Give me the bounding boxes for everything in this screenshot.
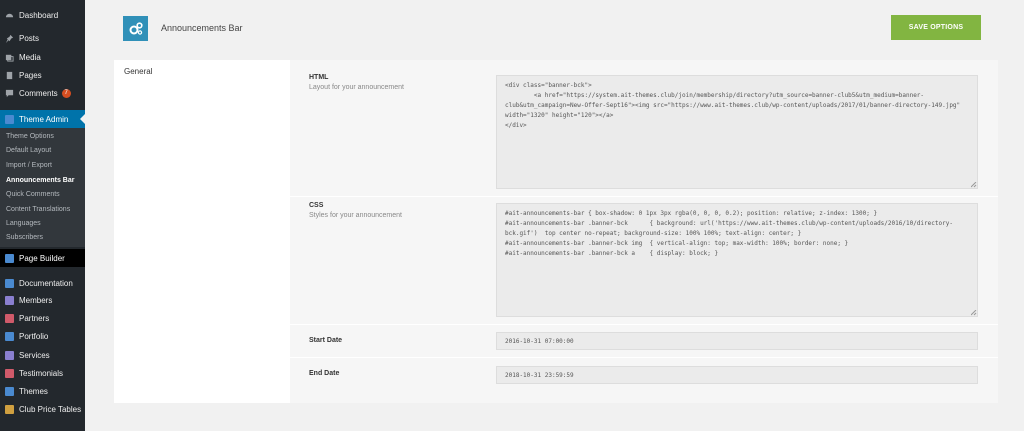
start-date-label: Start Date bbox=[309, 337, 343, 344]
sidebar-item-partners[interactable]: Partners bbox=[0, 309, 85, 327]
sidebar-item-comments[interactable]: Comments 7 bbox=[0, 84, 85, 102]
sidebar-item-page-builder[interactable]: Page Builder bbox=[0, 249, 85, 267]
submenu-item-default-layout[interactable]: Default Layout bbox=[6, 147, 51, 154]
media-icon bbox=[5, 54, 14, 62]
css-option-help: Styles for your announcement bbox=[309, 212, 402, 219]
submenu-item-theme-options[interactable]: Theme Options bbox=[6, 133, 54, 140]
sidebar-item-documentation[interactable]: Documentation bbox=[0, 274, 85, 292]
sidebar-item-dashboard[interactable]: Dashboard bbox=[0, 6, 85, 24]
price-tables-icon bbox=[5, 404, 14, 414]
admin-sidebar: Dashboard Posts Media Pages Comments 7 T… bbox=[0, 0, 85, 431]
submenu-item-import-export[interactable]: Import / Export bbox=[6, 162, 52, 169]
css-option-label: CSS bbox=[309, 202, 324, 209]
sidebar-item-label: Theme Admin bbox=[19, 114, 69, 124]
submenu-item-quick-comments[interactable]: Quick Comments bbox=[6, 191, 60, 198]
portfolio-icon bbox=[5, 331, 14, 341]
divider bbox=[290, 357, 998, 358]
sidebar-item-themes[interactable]: Themes bbox=[0, 382, 85, 400]
sidebar-item-label: Portfolio bbox=[19, 331, 49, 341]
sidebar-item-label: Club Price Tables bbox=[19, 404, 82, 414]
sidebar-item-members[interactable]: Members bbox=[0, 291, 85, 309]
end-date-label: End Date bbox=[309, 370, 340, 377]
dashboard-icon bbox=[5, 13, 14, 17]
pages-icon bbox=[6, 71, 13, 79]
members-icon bbox=[5, 295, 14, 305]
sidebar-item-pages[interactable]: Pages bbox=[0, 66, 85, 84]
start-date-input[interactable]: 2016-10-31 07:00:00 bbox=[496, 332, 978, 350]
tab-general[interactable]: General bbox=[114, 60, 290, 82]
sidebar-item-label: Themes bbox=[19, 386, 48, 396]
services-icon bbox=[5, 350, 14, 360]
sidebar-item-label: Testimonials bbox=[19, 368, 64, 378]
options-panel: General HTML Layout for your announcemen… bbox=[114, 60, 998, 403]
documentation-icon bbox=[5, 278, 14, 288]
resize-handle-icon[interactable] bbox=[971, 182, 977, 188]
sidebar-item-posts[interactable]: Posts bbox=[0, 29, 85, 47]
sidebar-item-label: Posts bbox=[19, 33, 40, 43]
end-date-input[interactable]: 2018-10-31 23:59:59 bbox=[496, 366, 978, 384]
ait-icon bbox=[5, 114, 14, 124]
html-option-label: HTML bbox=[309, 74, 329, 81]
submenu-item-content-translations[interactable]: Content Translations bbox=[6, 206, 70, 213]
sidebar-item-label: Media bbox=[19, 52, 41, 62]
themes-icon bbox=[5, 386, 14, 396]
submenu-item-languages[interactable]: Languages bbox=[6, 220, 41, 227]
save-options-button[interactable]: SAVE OPTIONS bbox=[891, 15, 981, 40]
sidebar-item-label: Pages bbox=[19, 70, 42, 80]
sidebar-item-services[interactable]: Services bbox=[0, 346, 85, 364]
sidebar-item-media[interactable]: Media bbox=[0, 48, 85, 66]
resize-handle-icon[interactable] bbox=[971, 310, 977, 316]
comments-count-badge: 7 bbox=[61, 88, 71, 98]
sidebar-item-label: Services bbox=[19, 350, 50, 360]
sidebar-item-label: Page Builder bbox=[19, 253, 65, 263]
gears-icon bbox=[123, 16, 148, 41]
ait-icon bbox=[5, 253, 14, 263]
submenu-item-announcements-bar[interactable]: Announcements Bar bbox=[6, 177, 74, 184]
sidebar-item-theme-admin[interactable]: Theme Admin bbox=[0, 110, 85, 128]
divider bbox=[290, 324, 998, 325]
pin-icon bbox=[5, 34, 14, 43]
sidebar-item-label: Partners bbox=[19, 313, 50, 323]
sidebar-item-label: Members bbox=[19, 295, 53, 305]
html-textarea[interactable]: <div class="banner-bck"> <a href="https:… bbox=[496, 75, 978, 189]
page-title: Announcements Bar bbox=[161, 23, 243, 33]
css-textarea[interactable]: #ait-announcements-bar { box-shadow: 0 1… bbox=[496, 203, 978, 317]
tabs-column: General bbox=[114, 60, 290, 403]
html-option-help: Layout for your announcement bbox=[309, 84, 404, 91]
sidebar-item-testimonials[interactable]: Testimonials bbox=[0, 364, 85, 382]
comments-icon bbox=[5, 89, 14, 97]
submenu-item-subscribers[interactable]: Subscribers bbox=[6, 234, 43, 241]
sidebar-item-club-price-tables[interactable]: Club Price Tables bbox=[0, 400, 85, 418]
testimonials-icon bbox=[5, 368, 14, 378]
sidebar-item-label: Dashboard bbox=[19, 10, 59, 20]
sidebar-item-portfolio[interactable]: Portfolio bbox=[0, 327, 85, 345]
partners-icon bbox=[5, 313, 14, 323]
sidebar-item-label: Comments bbox=[19, 88, 58, 98]
divider bbox=[290, 196, 998, 197]
sidebar-item-label: Documentation bbox=[19, 278, 73, 288]
theme-admin-submenu: Theme Options Default Layout Import / Ex… bbox=[0, 128, 85, 247]
